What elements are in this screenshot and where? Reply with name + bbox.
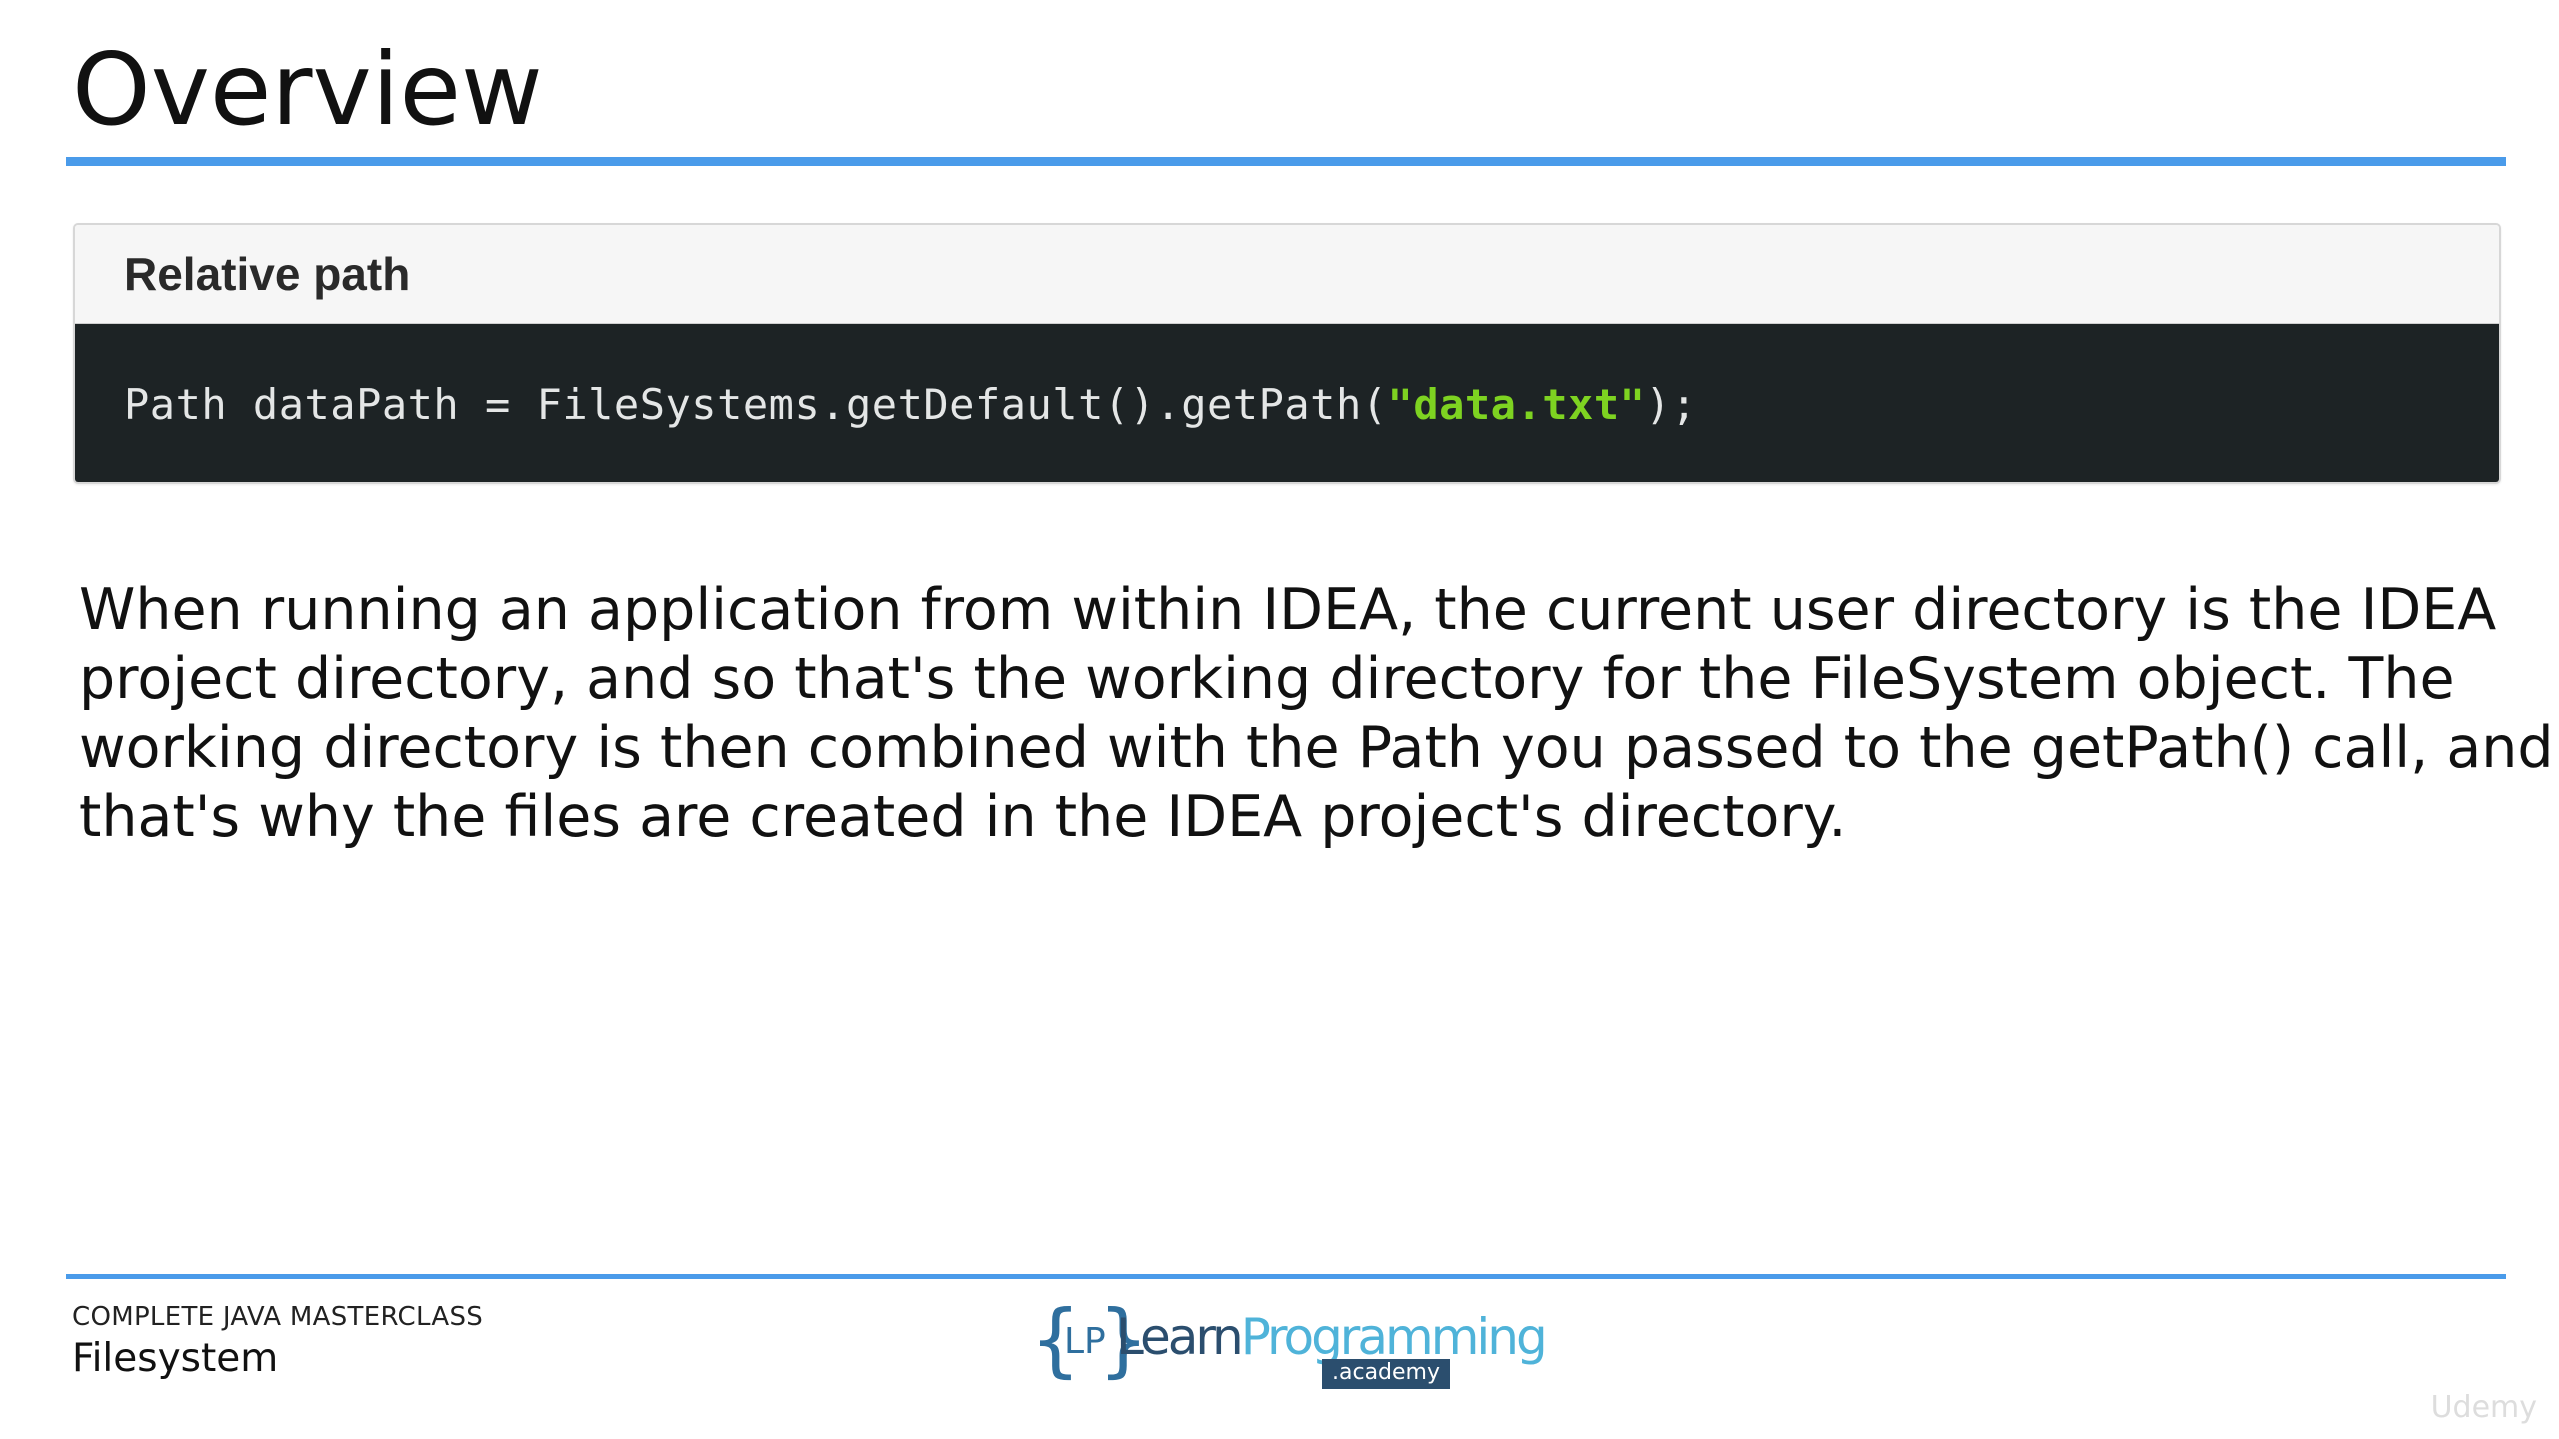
logo-word-programming: Programming (1240, 1308, 1548, 1366)
slide-title: Overview (72, 31, 543, 148)
logo-word-learn: Learn (1116, 1308, 1244, 1366)
section-name: Filesystem (72, 1336, 279, 1381)
course-name: COMPLETE JAVA MASTERCLASS (72, 1302, 484, 1332)
body-paragraph: When running an application from within … (79, 576, 2554, 852)
title-divider (66, 157, 2506, 166)
logo-wordmark: LearnProgramming (1116, 1312, 1548, 1362)
code-text-after: ); (1645, 379, 1697, 429)
body-line: When running an application from within … (79, 577, 2497, 643)
learnprogramming-logo: { LP } LearnProgramming .academy (1030, 1300, 1548, 1390)
body-line: working directory is then combined with … (79, 715, 2554, 781)
logo-academy-badge: .academy (1322, 1359, 1451, 1389)
body-line: project directory, and so that's the wor… (79, 646, 2455, 712)
code-block: Path dataPath = FileSystems.getDefault()… (75, 324, 2499, 482)
code-card-header: Relative path (75, 225, 2499, 324)
code-card-title: Relative path (124, 248, 411, 300)
body-line: that's why the files are created in the … (79, 784, 1847, 850)
code-string-literal: "data.txt" (1387, 379, 1646, 429)
footer-divider (66, 1274, 2506, 1279)
code-line: Path dataPath = FileSystems.getDefault()… (124, 380, 1697, 429)
code-text-before: Path dataPath = FileSystems.getDefault()… (124, 379, 1388, 429)
udemy-watermark: Udemy (2430, 1390, 2537, 1425)
code-card: Relative path Path dataPath = FileSystem… (73, 223, 2501, 484)
